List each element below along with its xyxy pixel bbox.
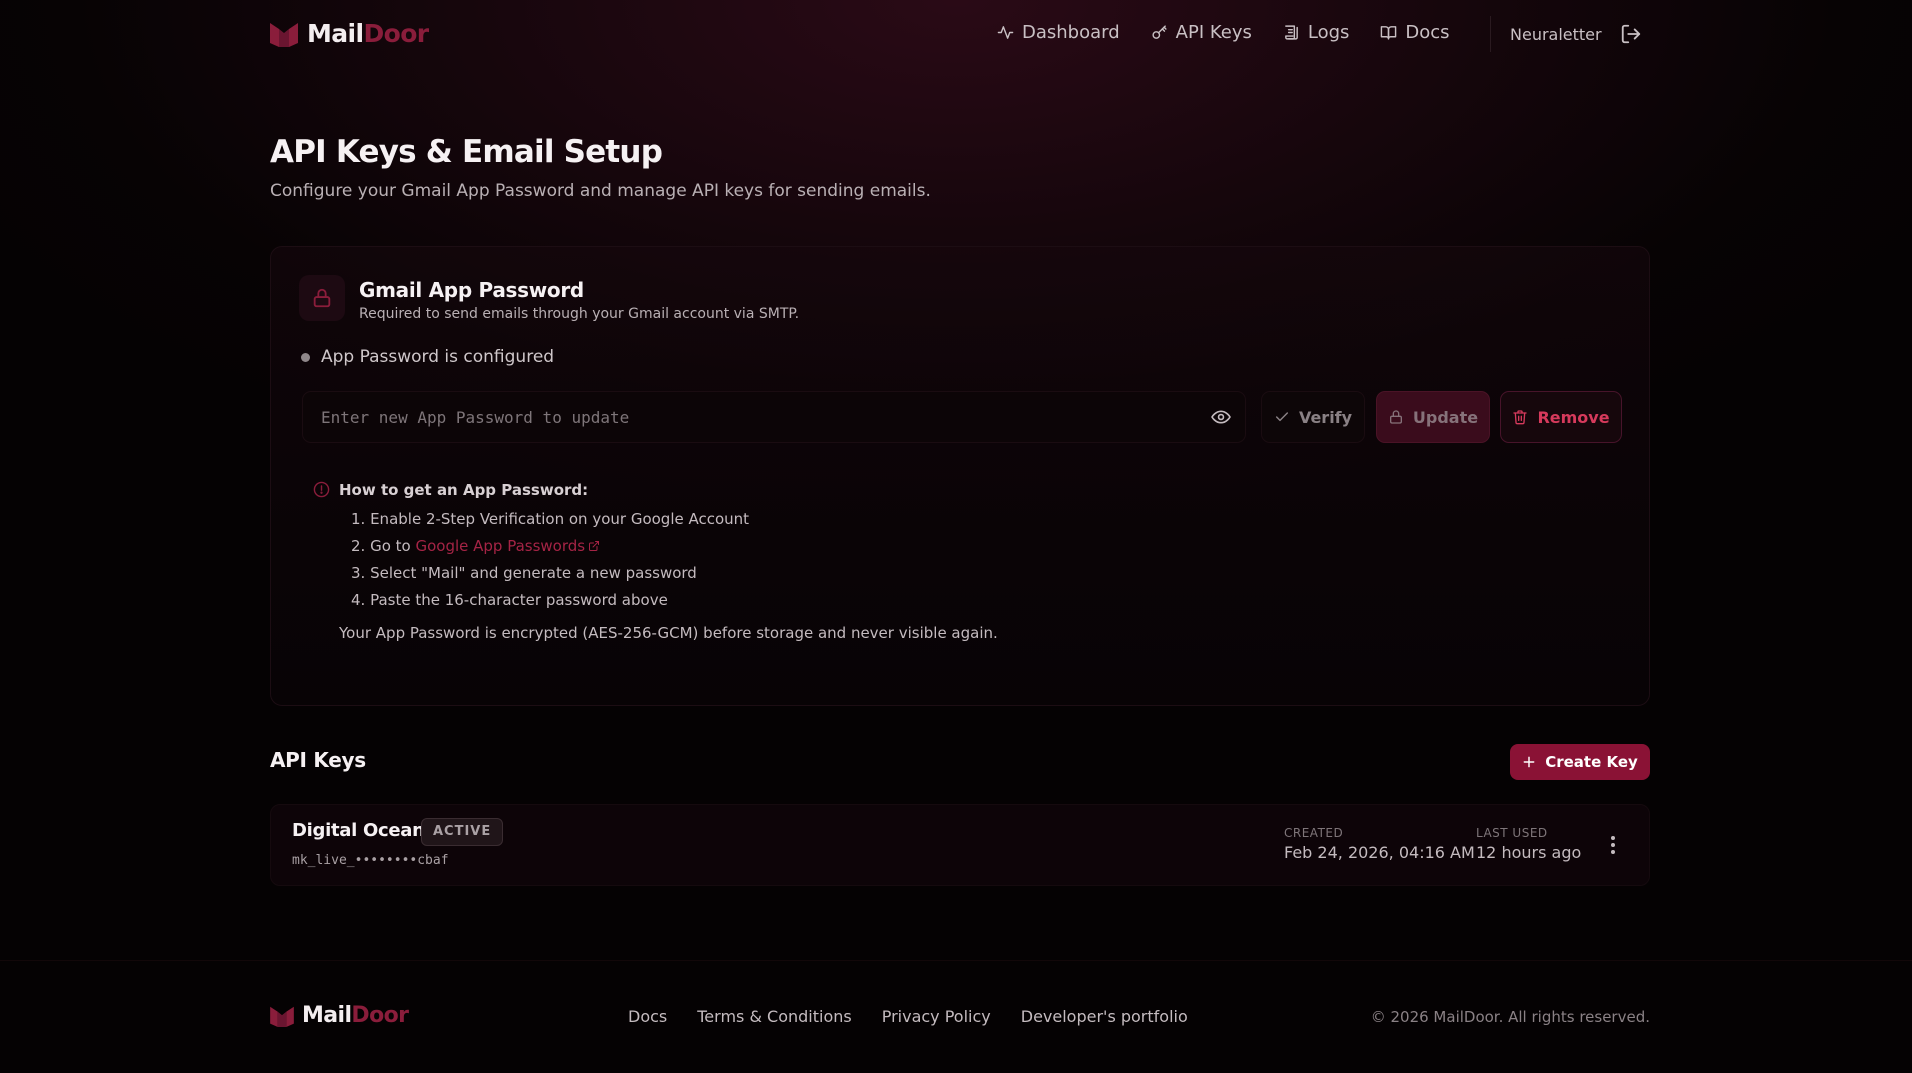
password-status: App Password is configured	[301, 347, 554, 367]
footer-link-privacy[interactable]: Privacy Policy	[882, 1007, 991, 1026]
remove-label: Remove	[1537, 407, 1610, 427]
eye-icon[interactable]	[1211, 408, 1231, 426]
help-steps: 1. Enable 2-Step Verification on your Go…	[351, 509, 749, 617]
help-step: 4. Paste the 16-character password above	[351, 591, 668, 609]
gmail-app-password-card: Gmail App Password Required to send emai…	[270, 246, 1650, 706]
check-icon	[1275, 412, 1289, 422]
update-button[interactable]: Update	[1376, 391, 1490, 443]
nav-dashboard-label: Dashboard	[1022, 22, 1120, 43]
nav-docs-label: Docs	[1405, 22, 1450, 43]
logout-icon[interactable]	[1620, 23, 1642, 45]
created-value: Feb 24, 2026, 04:16 AM	[1284, 843, 1475, 862]
more-vertical-icon[interactable]	[1604, 833, 1622, 857]
maildoor-logo-icon	[270, 22, 298, 47]
app-password-help: How to get an App Password: 1. Enable 2-…	[299, 481, 1619, 651]
key-name: Digital Ocean	[292, 820, 425, 841]
footer-link-portfolio[interactable]: Developer's portfolio	[1021, 1007, 1188, 1026]
external-link-icon	[589, 541, 600, 551]
help-title: How to get an App Password:	[339, 481, 589, 499]
verify-button[interactable]: Verify	[1261, 391, 1365, 443]
nav-api-keys-label: API Keys	[1175, 22, 1252, 43]
create-key-button[interactable]: Create Key	[1510, 744, 1650, 780]
user-name[interactable]: Neuraletter	[1510, 25, 1602, 44]
encryption-note: Your App Password is encrypted (AES-256-…	[339, 624, 998, 642]
scroll-icon	[1285, 25, 1298, 40]
status-text: App Password is configured	[321, 347, 555, 367]
key-masked-value: mk_live_••••••••cbaf	[292, 853, 449, 868]
api-keys-title: API Keys	[270, 748, 366, 772]
nav-docs[interactable]: Docs	[1380, 22, 1450, 43]
page: MailDoor Dashboard API Keys Logs Docs Ne…	[0, 0, 1912, 1073]
lock-badge	[299, 275, 345, 321]
status-badge: ACTIVE	[421, 818, 504, 846]
brand-name: MailDoor	[307, 19, 429, 48]
page-subtitle: Configure your Gmail App Password and ma…	[270, 181, 931, 201]
update-label: Update	[1412, 407, 1479, 427]
create-key-label: Create Key	[1545, 753, 1638, 771]
book-icon	[1381, 26, 1397, 40]
nav-dashboard[interactable]: Dashboard	[997, 22, 1120, 43]
gmail-card-title: Gmail App Password	[359, 278, 584, 302]
lock-icon	[313, 288, 331, 308]
help-step: 3. Select "Mail" and generate a new pass…	[351, 564, 697, 582]
verify-label: Verify	[1298, 407, 1353, 427]
help-step: 1. Enable 2-Step Verification on your Go…	[351, 510, 750, 528]
nav-logs-label: Logs	[1307, 22, 1350, 43]
app-password-input[interactable]	[302, 391, 1246, 443]
lock-small-icon	[1389, 410, 1402, 424]
footer-divider	[0, 960, 1912, 961]
nav-api-keys[interactable]: API Keys	[1151, 22, 1252, 43]
footer-link-docs[interactable]: Docs	[628, 1007, 667, 1026]
status-dot-icon	[301, 352, 310, 362]
key-icon	[1152, 25, 1167, 39]
footer-brand-name: MailDoor	[302, 1003, 409, 1028]
last-used-value: 12 hours ago	[1476, 843, 1582, 862]
google-app-passwords-link[interactable]: Google App Passwords	[415, 537, 600, 555]
trash-icon	[1513, 410, 1528, 425]
info-circle-icon	[313, 481, 330, 498]
gmail-card-description: Required to send emails through your Gma…	[359, 306, 800, 322]
copyright: © 2026 MailDoor. All rights reserved.	[1370, 1008, 1650, 1026]
help-step: 2. Go to Google App Passwords	[351, 536, 749, 563]
api-key-row[interactable]: Digital Ocean ACTIVE mk_live_••••••••cba…	[270, 804, 1650, 886]
nav-divider	[1490, 16, 1491, 52]
last-used-label: LAST USED	[1476, 826, 1548, 840]
created-label: CREATED	[1284, 826, 1344, 840]
footer-links: Docs Terms & Conditions Privacy Policy D…	[628, 1007, 1218, 1026]
remove-button[interactable]: Remove	[1500, 391, 1622, 443]
plus-icon	[1523, 756, 1535, 768]
brand-logo[interactable]: MailDoor	[270, 19, 429, 48]
footer-logo[interactable]: MailDoor	[270, 1003, 409, 1028]
footer-link-terms[interactable]: Terms & Conditions	[697, 1007, 851, 1026]
main-nav: Dashboard API Keys Logs Docs	[997, 22, 1481, 43]
activity-icon	[997, 26, 1014, 39]
top-header: MailDoor Dashboard API Keys Logs Docs Ne…	[270, 16, 1650, 52]
page-title: API Keys & Email Setup	[270, 134, 663, 170]
nav-logs[interactable]: Logs	[1283, 22, 1350, 43]
maildoor-logo-icon	[270, 1006, 294, 1027]
